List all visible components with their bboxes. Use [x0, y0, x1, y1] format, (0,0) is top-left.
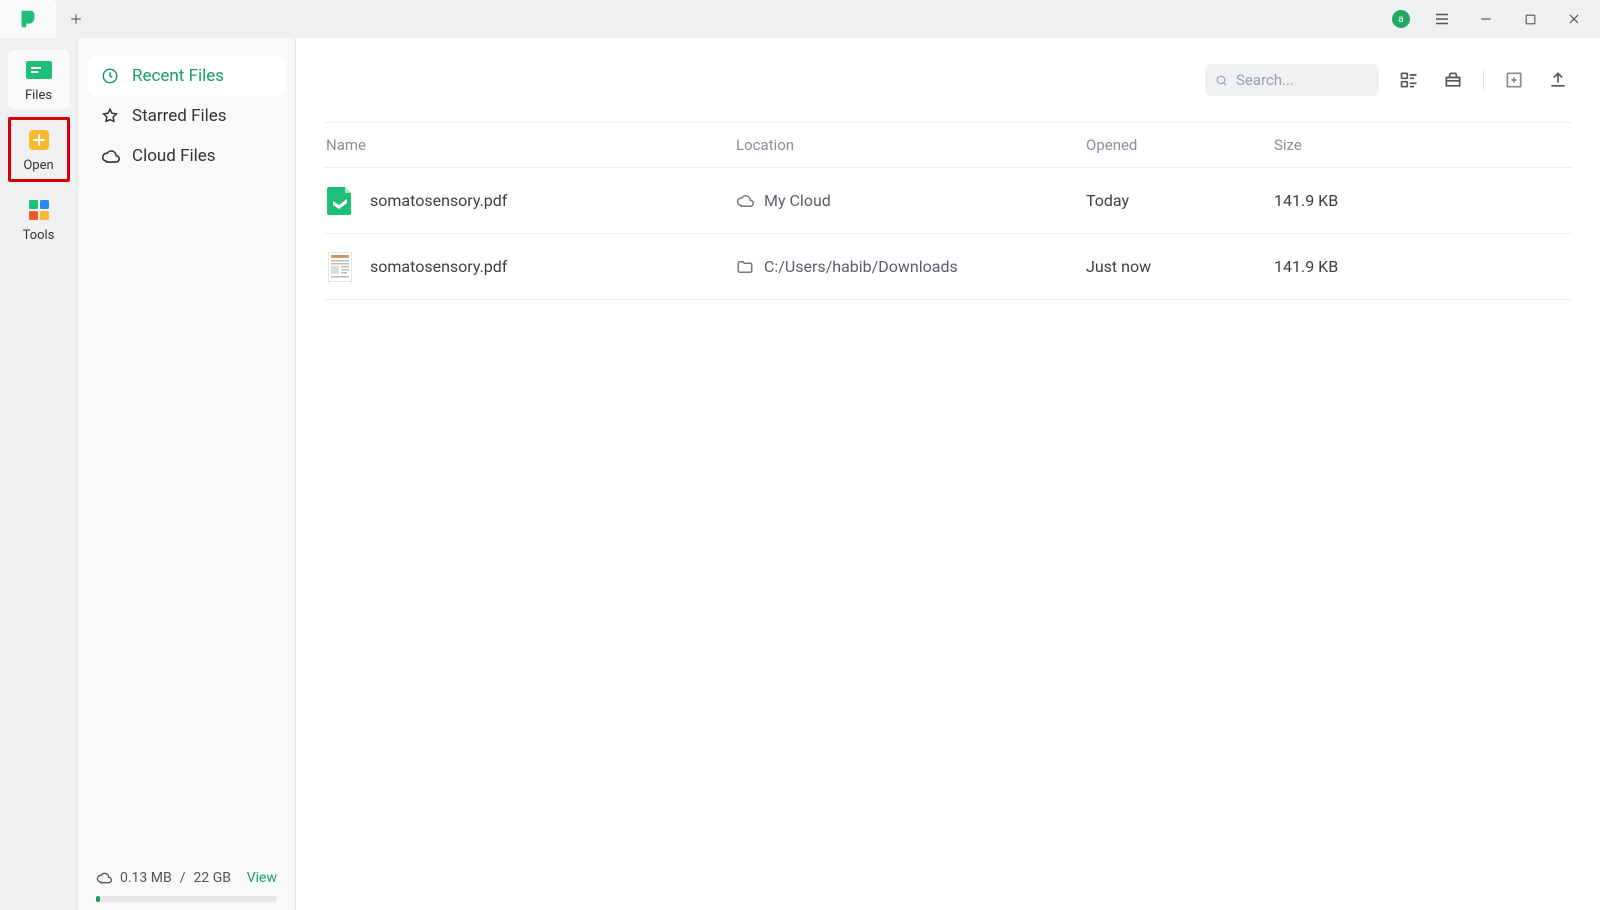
storage-bar	[96, 896, 277, 902]
file-thumb-app-icon	[326, 186, 354, 216]
open-icon	[25, 128, 53, 152]
file-name-cell: somatosensory.pdf	[324, 186, 736, 216]
rail-item-tools[interactable]: Tools	[8, 190, 70, 249]
file-name: somatosensory.pdf	[370, 257, 507, 276]
file-size: 141.9 KB	[1274, 257, 1572, 276]
cloud-icon	[100, 146, 120, 166]
storage-bar-fill	[96, 896, 100, 902]
col-opened[interactable]: Opened	[1086, 136, 1274, 154]
table-row[interactable]: somatosensory.pdf My Cloud Today 141.9 K…	[324, 168, 1572, 234]
left-rail: Files Open Tools	[0, 38, 78, 910]
minimize-icon	[1479, 12, 1493, 26]
titlebar: a	[0, 0, 1600, 38]
search-box[interactable]	[1205, 64, 1379, 96]
body: Files Open Tools R	[0, 38, 1600, 910]
clock-icon	[100, 66, 120, 86]
app-logo-icon	[17, 8, 39, 30]
new-file-icon	[1504, 70, 1524, 90]
secondary-nav: Recent Files Starred Files Cloud Files 0…	[78, 38, 296, 910]
file-thumb-doc-icon	[326, 252, 354, 282]
maximize-button[interactable]	[1518, 7, 1542, 31]
file-location-cell: My Cloud	[736, 191, 1086, 210]
col-size[interactable]: Size	[1274, 136, 1572, 154]
file-opened: Just now	[1086, 257, 1274, 276]
cloud-icon	[736, 192, 754, 210]
nav-starred-files[interactable]: Starred Files	[88, 96, 285, 136]
file-size: 141.9 KB	[1274, 191, 1572, 210]
tools-icon	[25, 198, 53, 222]
file-location: C:/Users/habib/Downloads	[764, 257, 958, 276]
storage-view-link[interactable]: View	[247, 870, 277, 886]
view-list-button[interactable]	[1395, 66, 1423, 94]
storage-status: 0.13 MB / 22 GB View	[88, 870, 285, 890]
titlebar-right: a	[1392, 7, 1600, 31]
files-table: Name Location Opened Size somatosensory.…	[324, 122, 1572, 300]
storage-total: 22 GB	[194, 870, 231, 886]
list-view-icon	[1399, 70, 1419, 90]
table-row[interactable]: somatosensory.pdf C:/Users/habib/Downloa…	[324, 234, 1572, 300]
file-name-cell: somatosensory.pdf	[324, 252, 736, 282]
plus-icon	[69, 12, 83, 26]
close-button[interactable]	[1562, 7, 1586, 31]
search-icon	[1215, 73, 1228, 88]
nav-cloud-files[interactable]: Cloud Files	[88, 136, 285, 176]
new-tab-button[interactable]	[56, 12, 96, 26]
nav-recent-label: Recent Files	[132, 66, 224, 86]
search-input[interactable]	[1236, 71, 1369, 89]
toolbar-separator	[1483, 69, 1484, 91]
col-location[interactable]: Location	[736, 136, 1086, 154]
file-opened: Today	[1086, 191, 1274, 210]
hamburger-icon	[1433, 10, 1451, 28]
star-icon	[100, 106, 120, 126]
files-icon	[25, 58, 53, 82]
upload-button[interactable]	[1544, 66, 1572, 94]
main-toolbar	[296, 38, 1600, 122]
upload-icon	[1548, 70, 1568, 90]
rail-label-open: Open	[23, 158, 53, 173]
titlebar-left	[0, 0, 96, 38]
rail-item-open[interactable]: Open	[8, 117, 70, 182]
file-name: somatosensory.pdf	[370, 191, 507, 210]
nav-cloud-label: Cloud Files	[132, 146, 216, 166]
main-area: Name Location Opened Size somatosensory.…	[296, 38, 1600, 910]
cloud-small-icon	[96, 870, 112, 886]
new-file-button[interactable]	[1500, 66, 1528, 94]
toolbox-button[interactable]	[1439, 66, 1467, 94]
app-menu-button[interactable]	[1430, 7, 1454, 31]
folder-icon	[736, 258, 754, 276]
close-icon	[1567, 12, 1581, 26]
home-tab[interactable]	[0, 0, 56, 38]
storage-used: 0.13 MB	[120, 870, 172, 886]
rail-item-files[interactable]: Files	[8, 50, 70, 109]
avatar[interactable]: a	[1392, 10, 1410, 28]
storage-sep: /	[180, 870, 186, 886]
rail-label-tools: Tools	[23, 228, 55, 243]
table-header: Name Location Opened Size	[324, 122, 1572, 168]
toolbox-icon	[1443, 70, 1463, 90]
minimize-button[interactable]	[1474, 7, 1498, 31]
nav-starred-label: Starred Files	[132, 106, 227, 126]
nav-recent-files[interactable]: Recent Files	[88, 56, 285, 96]
maximize-icon	[1524, 13, 1537, 26]
col-name[interactable]: Name	[324, 136, 736, 154]
file-location-cell: C:/Users/habib/Downloads	[736, 257, 1086, 276]
rail-label-files: Files	[25, 88, 52, 103]
file-location: My Cloud	[764, 191, 831, 210]
avatar-letter: a	[1398, 14, 1403, 25]
